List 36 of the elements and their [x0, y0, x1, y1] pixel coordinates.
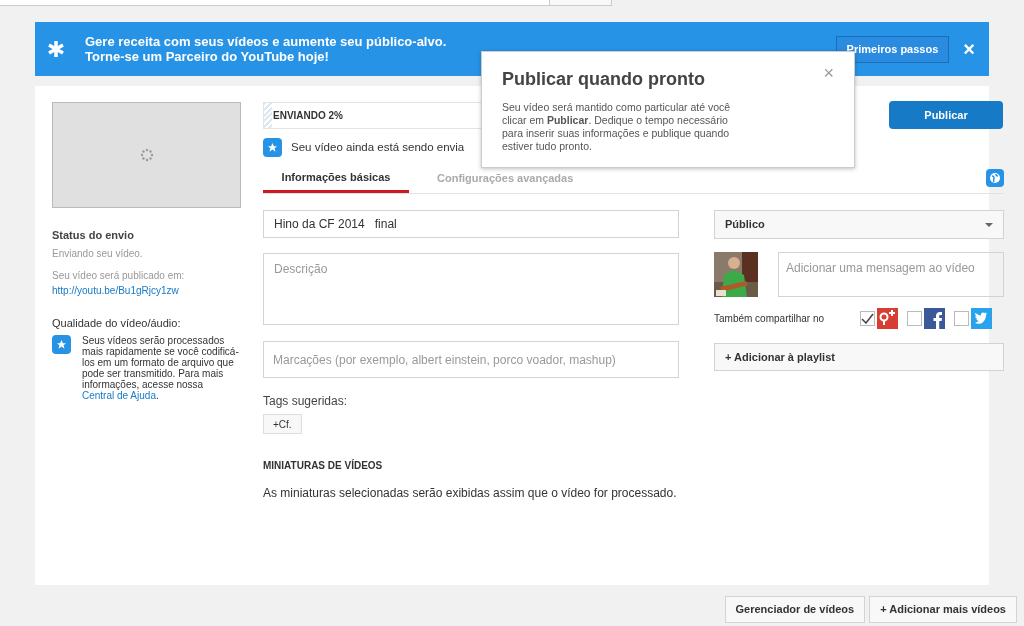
popover-text: Seu vídeo será mantido como particular até você clicar em Publicar. Dedique o tempo necessário para inserir suas informações e publique quando estiver tudo pronto.: [502, 101, 732, 153]
banner-text: Gere receita com seus vídeos e aumente seu público-alvo.: [85, 34, 447, 49]
tags-field[interactable]: Marcações (por exemplo, albert einstein, porco voador, mashup): [263, 341, 679, 378]
footer-button[interactable]: Gerenciador de vídeos: [724, 596, 866, 623]
publish-button[interactable]: Publicar: [889, 101, 1003, 129]
thumbnails-text: As miniaturas selecionadas serão exibidas assim que o vídeo for processado.: [263, 485, 678, 502]
footer-button[interactable]: + Adicionar mais vídeos: [869, 596, 1017, 623]
publish-url-label: Seu vídeo será publicado em:: [52, 268, 186, 283]
quality-heading: Qualidade do vídeo/áudio:: [52, 315, 182, 331]
share-checkbox[interactable]: [860, 311, 875, 326]
status-heading: Status do envio: [52, 228, 135, 243]
upload-notice: Seu vídeo ainda está sendo envia: [291, 139, 465, 155]
progress-label: ENVIANDO 2%: [272, 109, 343, 123]
asterisk-icon: [47, 40, 65, 58]
get-started-button[interactable]: Primeiros passos: [835, 35, 950, 63]
banner-text: Torne-se um Parceiro do YouTube hoje!: [85, 49, 330, 64]
description-field[interactable]: Descrição: [263, 253, 679, 325]
video-link[interactable]: http://youtu.be/Bu1gRjcy1zw: [52, 282, 241, 298]
spinner-icon: [139, 148, 154, 162]
share-checkbox[interactable]: [954, 311, 969, 326]
message-field[interactable]: Adicionar uma mensagem ao vídeo: [778, 252, 1004, 297]
caret-icon: [985, 222, 993, 227]
help-center-link[interactable]: Central de Ajuda: [82, 390, 156, 401]
add-to-playlist-button[interactable]: + Adicionar à playlist: [714, 343, 1004, 371]
share-checkbox[interactable]: [907, 311, 922, 326]
google-plus-icon: [877, 308, 898, 329]
share-label: Também compartilhar no: [714, 312, 826, 326]
title-field[interactable]: Hino da CF 2014 final: [263, 210, 679, 238]
suggested-tags-label: Tags sugeridas:: [263, 393, 349, 410]
popover-title: Publicar quando pronto: [502, 68, 705, 91]
privacy-dropdown[interactable]: Público: [714, 210, 1004, 239]
facebook-icon: [924, 308, 945, 329]
status-text: Enviando seu vídeo.: [52, 246, 144, 261]
thumbnails-heading: MINIATURAS DE VÍDEOS: [263, 458, 384, 473]
quality-text: Seus vídeos serão processados mais rapidamente se você codificá-los em um formato de arquivo que pode ser transmitido. Para mais informações, acesse nossa Central de Ajuda.: [82, 335, 240, 401]
suggested-tag[interactable]: +Cf.: [263, 414, 302, 434]
